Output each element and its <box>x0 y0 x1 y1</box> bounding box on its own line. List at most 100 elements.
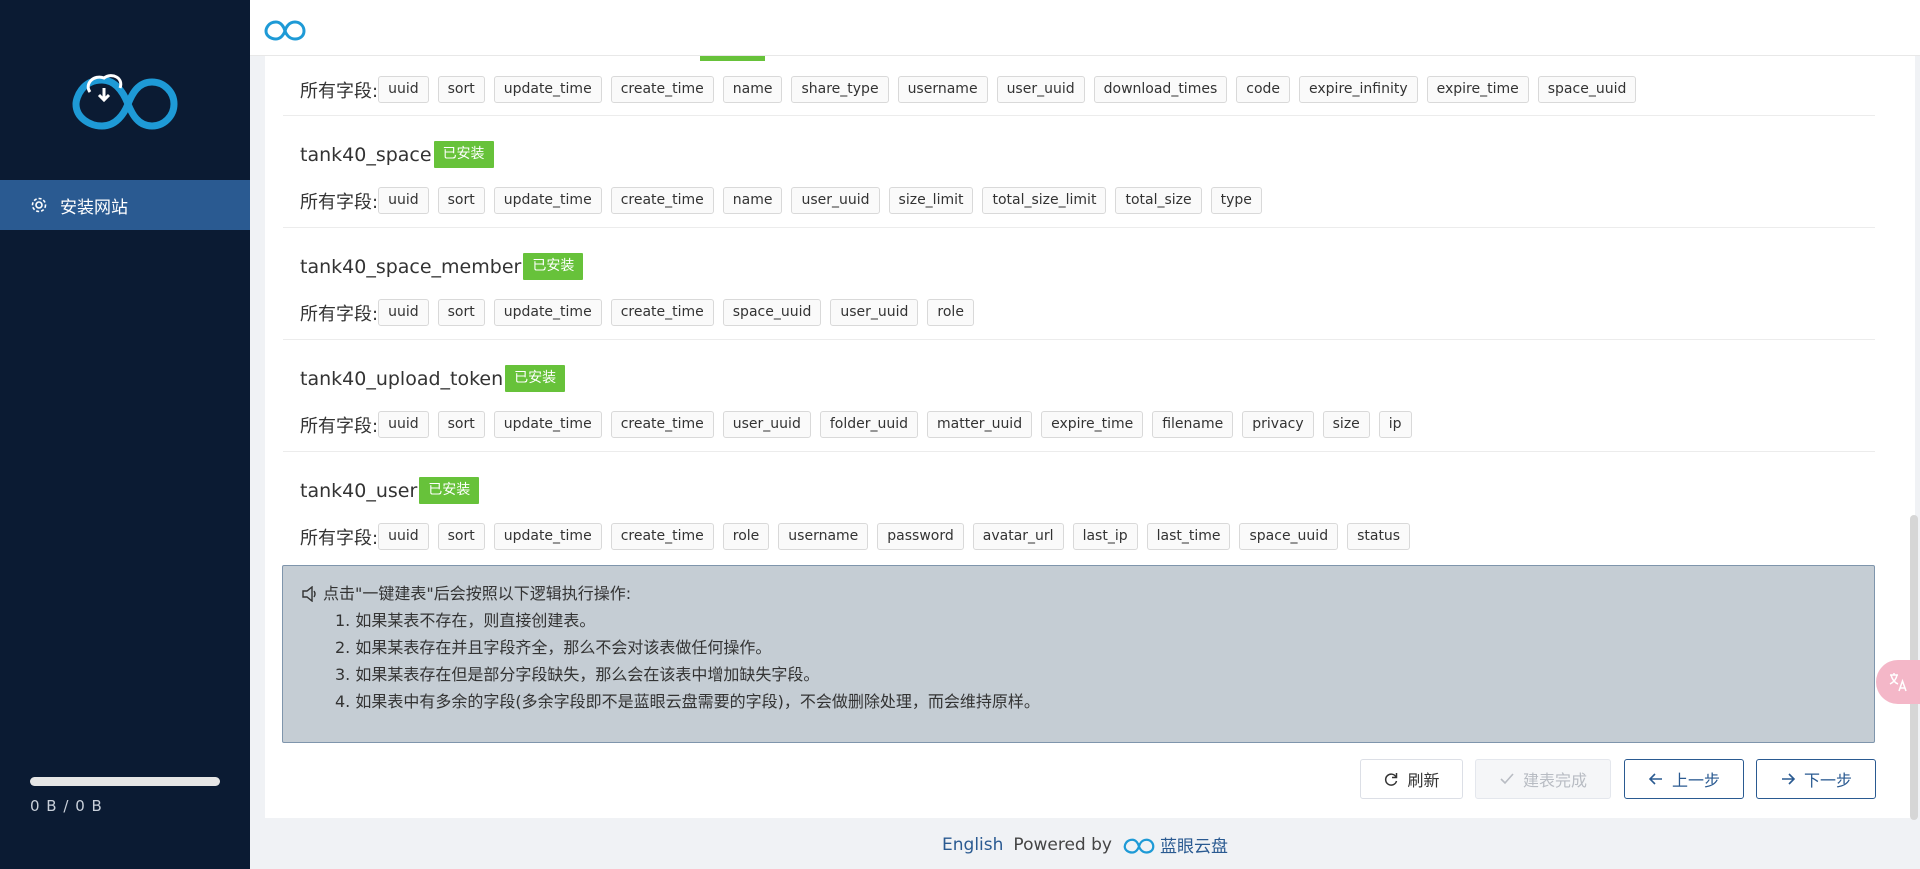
field-tag: update_time <box>493 411 602 438</box>
gear-icon <box>30 196 48 214</box>
table-name: tank40_upload_token <box>300 367 504 390</box>
field-tag: role <box>722 523 770 550</box>
field-tag: avatar_url <box>972 523 1064 550</box>
field-tag: name <box>722 76 783 103</box>
fields-label: 所有字段: <box>300 415 379 437</box>
previous-step-button-label: 上一步 <box>1671 771 1720 790</box>
table-block-tank40-space: tank40_space 已安装 所有字段: uuid sort update_… <box>283 116 1875 228</box>
field-tag: space_uuid <box>722 299 822 326</box>
table-block: 所有字段: uuid sort update_time create_time … <box>283 56 1875 116</box>
table-done-button[interactable]: 建表完成 <box>1475 759 1611 799</box>
field-tag: username <box>778 523 869 550</box>
next-step-button-label: 下一步 <box>1803 771 1852 790</box>
field-tag: size_limit <box>888 187 974 214</box>
previous-step-button[interactable]: 上一步 <box>1624 759 1744 799</box>
notice-item: 3. 如果某表存在但是部分字段缺失，那么会在该表中增加缺失字段。 <box>335 665 820 684</box>
language-switch-link[interactable]: English <box>942 835 1003 855</box>
notice-header: 点击"一键建表"后会按照以下逻辑执行操作: <box>301 580 1856 607</box>
notice-item: 2. 如果某表存在并且字段齐全，那么不会对该表做任何操作。 <box>335 638 772 657</box>
field-tag: create_time <box>610 76 714 103</box>
fields-row: 所有字段: uuid sort update_time create_time … <box>300 76 1645 103</box>
refresh-button-label: 刷新 <box>1407 771 1440 790</box>
powered-by-text: Powered by <box>1013 834 1112 855</box>
table-name: tank40_space_member <box>300 255 522 278</box>
field-tag: uuid <box>378 523 429 550</box>
storage-usage-text: 0 B / 0 B <box>30 797 103 815</box>
sidebar-item-install-site[interactable]: 安装网站 <box>0 180 250 230</box>
field-tag: update_time <box>493 523 602 550</box>
fields-row: 所有字段: uuid sort update_time create_time … <box>300 299 983 326</box>
installed-badge: 已安装 <box>505 365 566 392</box>
top-header <box>250 0 1920 56</box>
field-tag: download_times <box>1093 76 1228 103</box>
field-tag: uuid <box>378 411 429 438</box>
field-tag: expire_time <box>1041 411 1144 438</box>
notice-item: 4. 如果表中有多余的字段(多余字段即不是蓝眼云盘需要的字段)，不会做删除处理，… <box>335 692 1040 711</box>
field-tag: uuid <box>378 187 429 214</box>
field-tag: sort <box>437 411 485 438</box>
table-name: tank40_space <box>300 143 432 166</box>
refresh-button[interactable]: 刷新 <box>1360 759 1463 799</box>
sidebar-item-label: 安装网站 <box>60 197 128 218</box>
field-tag: privacy <box>1242 411 1314 438</box>
fields-label: 所有字段: <box>300 191 379 213</box>
fields-label: 所有字段: <box>300 303 379 325</box>
field-tag: create_time <box>610 523 714 550</box>
next-step-button[interactable]: 下一步 <box>1756 759 1876 799</box>
eyeblue-footer-logo-icon <box>1123 838 1155 854</box>
field-tag: sort <box>437 523 485 550</box>
field-tag: matter_uuid <box>927 411 1033 438</box>
field-tag: share_type <box>791 76 889 103</box>
eyeblue-small-logo-icon <box>264 20 306 41</box>
table-title: tank40_user 已安装 <box>300 477 480 504</box>
field-tag: total_size <box>1115 187 1202 214</box>
arrow-right-icon <box>1781 773 1796 785</box>
fields-label: 所有字段: <box>300 527 379 549</box>
storage-progress-bar <box>30 777 220 786</box>
installed-badge: 已安装 <box>419 477 480 504</box>
field-tag: expire_infinity <box>1299 76 1418 103</box>
field-tag: size <box>1322 411 1370 438</box>
field-tag: role <box>927 299 974 326</box>
install-panel: 所有字段: uuid sort update_time create_time … <box>265 56 1915 818</box>
notice-item: 1. 如果某表不存在，则直接创建表。 <box>335 611 596 630</box>
field-tag: last_time <box>1146 523 1231 550</box>
field-tag: status <box>1347 523 1411 550</box>
field-tag: user_uuid <box>830 299 919 326</box>
field-tag: expire_time <box>1426 76 1529 103</box>
field-tag: filename <box>1152 411 1234 438</box>
table-name: tank40_user <box>300 479 418 502</box>
table-title: tank40_upload_token 已安装 <box>300 365 566 392</box>
fields-row: 所有字段: uuid sort update_time create_time … <box>300 187 1271 214</box>
notice-box: 点击"一键建表"后会按照以下逻辑执行操作: 1. 如果某表不存在，则直接创建表。… <box>282 565 1875 743</box>
field-tag: update_time <box>493 299 602 326</box>
field-tag: create_time <box>610 299 714 326</box>
notice-title: 点击"一键建表"后会按照以下逻辑执行操作: <box>323 584 632 603</box>
notice-list: 1. 如果某表不存在，则直接创建表。 2. 如果某表存在并且字段齐全，那么不会对… <box>335 607 1856 715</box>
field-tag: uuid <box>378 76 429 103</box>
arrow-left-icon <box>1648 773 1662 785</box>
eyeblue-logo-icon <box>72 74 178 130</box>
field-tag: uuid <box>378 299 429 326</box>
field-tag: space_uuid <box>1239 523 1339 550</box>
installed-badge: 已安装 <box>523 253 584 280</box>
brand-link[interactable]: 蓝眼云盘 <box>1122 832 1228 857</box>
installed-badge: 已安装 <box>433 141 494 168</box>
footer: English Powered by 蓝眼云盘 <box>250 820 1920 869</box>
field-tag: sort <box>437 76 485 103</box>
field-tag: sort <box>437 187 485 214</box>
field-tag: sort <box>437 299 485 326</box>
speaker-icon <box>302 585 316 602</box>
installed-badge-partial <box>700 56 765 61</box>
field-tag: create_time <box>610 187 714 214</box>
field-tag: user_uuid <box>722 411 811 438</box>
fields-row: 所有字段: uuid sort update_time create_time … <box>300 411 1421 438</box>
brand-name: 蓝眼云盘 <box>1159 837 1228 857</box>
translate-icon[interactable] <box>1876 660 1920 704</box>
refresh-icon <box>1385 773 1398 786</box>
field-tag: update_time <box>493 76 602 103</box>
field-tag: user_uuid <box>791 187 880 214</box>
field-tag: name <box>722 187 783 214</box>
field-tag: type <box>1210 187 1262 214</box>
fields-label: 所有字段: <box>300 80 379 102</box>
